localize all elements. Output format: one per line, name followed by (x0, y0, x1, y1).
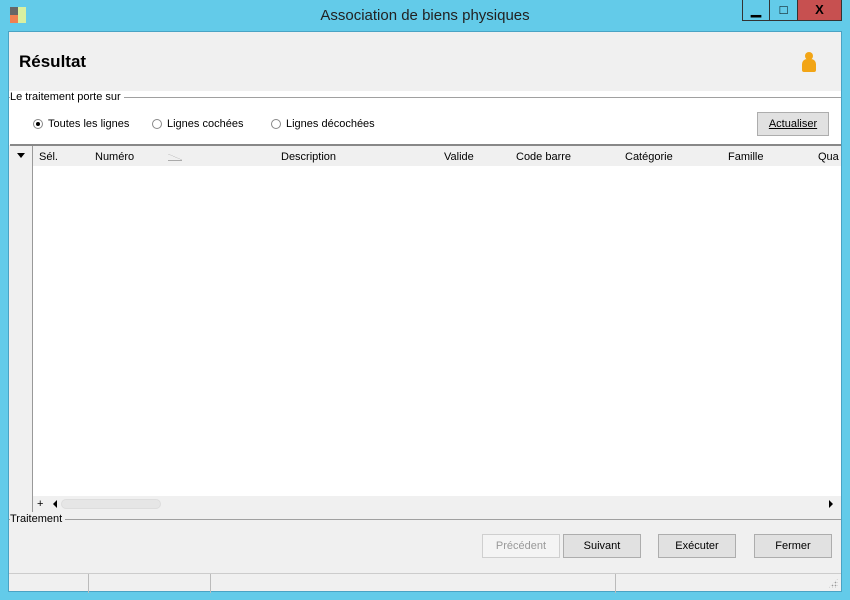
column-header-code-barre[interactable]: Code barre (516, 148, 571, 166)
execute-button[interactable]: Exécuter (658, 534, 736, 558)
status-cell (9, 574, 89, 593)
scroll-thumb[interactable] (61, 499, 161, 509)
window-title: Association de biens physiques (320, 7, 530, 24)
column-header-quantite[interactable]: Qua (818, 148, 839, 166)
close-icon: X (815, 2, 824, 17)
scope-section: Le traitement porte sur Toutes les ligne… (9, 91, 841, 145)
maximize-button[interactable]: □ (770, 0, 798, 21)
radio-icon (271, 119, 281, 129)
scroll-right-icon[interactable] (829, 500, 833, 508)
scope-label: Le traitement porte sur (10, 91, 124, 103)
close-window-button[interactable]: X (798, 0, 842, 21)
dialog-client: Résultat Le traitement porte sur Toutes … (8, 31, 842, 593)
page-title: Résultat (19, 52, 87, 71)
radio-icon (152, 119, 162, 129)
maximize-icon: □ (779, 2, 788, 17)
radio-label: Toutes les lignes (48, 118, 130, 130)
actions-label: Traitement (10, 513, 66, 525)
column-header-numero[interactable]: Numéro (95, 148, 134, 166)
radio-unchecked-lines[interactable]: Lignes décochées (271, 118, 375, 130)
grid-header-row (33, 146, 841, 166)
user-icon (802, 52, 816, 72)
radio-label: Lignes cochées (167, 118, 244, 130)
radio-icon (33, 119, 43, 129)
radio-checked-lines[interactable]: Lignes cochées (152, 118, 243, 130)
status-cell (211, 574, 616, 593)
status-bar (9, 573, 841, 593)
radio-all-lines[interactable]: Toutes les lignes (33, 118, 129, 130)
column-header-sel[interactable]: Sél. (39, 148, 58, 166)
status-cell (89, 574, 211, 593)
column-header-famille[interactable]: Famille (728, 148, 763, 166)
next-button[interactable]: Suivant (563, 534, 641, 558)
horizontal-scrollbar[interactable]: + (33, 496, 841, 512)
dropdown-arrow-icon[interactable] (17, 153, 25, 158)
column-header-valide[interactable]: Valide (444, 148, 474, 166)
close-button[interactable]: Fermer (754, 534, 832, 558)
minimize-icon: ▁ (751, 2, 761, 17)
results-grid[interactable]: Sél. Numéro Description Valide Code barr… (10, 144, 841, 512)
grid-row-gutter (10, 146, 33, 512)
refresh-button[interactable]: Actualiser (757, 112, 829, 136)
add-row-button[interactable]: + (37, 496, 43, 512)
column-header-description[interactable]: Description (281, 148, 336, 166)
column-header-categorie[interactable]: Catégorie (625, 148, 673, 166)
sort-ascending-icon (168, 154, 182, 161)
minimize-button[interactable]: ▁ (742, 0, 770, 21)
previous-button[interactable]: Précédent (482, 534, 560, 558)
scroll-left-icon[interactable] (53, 500, 57, 508)
radio-label: Lignes décochées (286, 118, 375, 130)
resize-grip-icon[interactable] (828, 578, 838, 588)
